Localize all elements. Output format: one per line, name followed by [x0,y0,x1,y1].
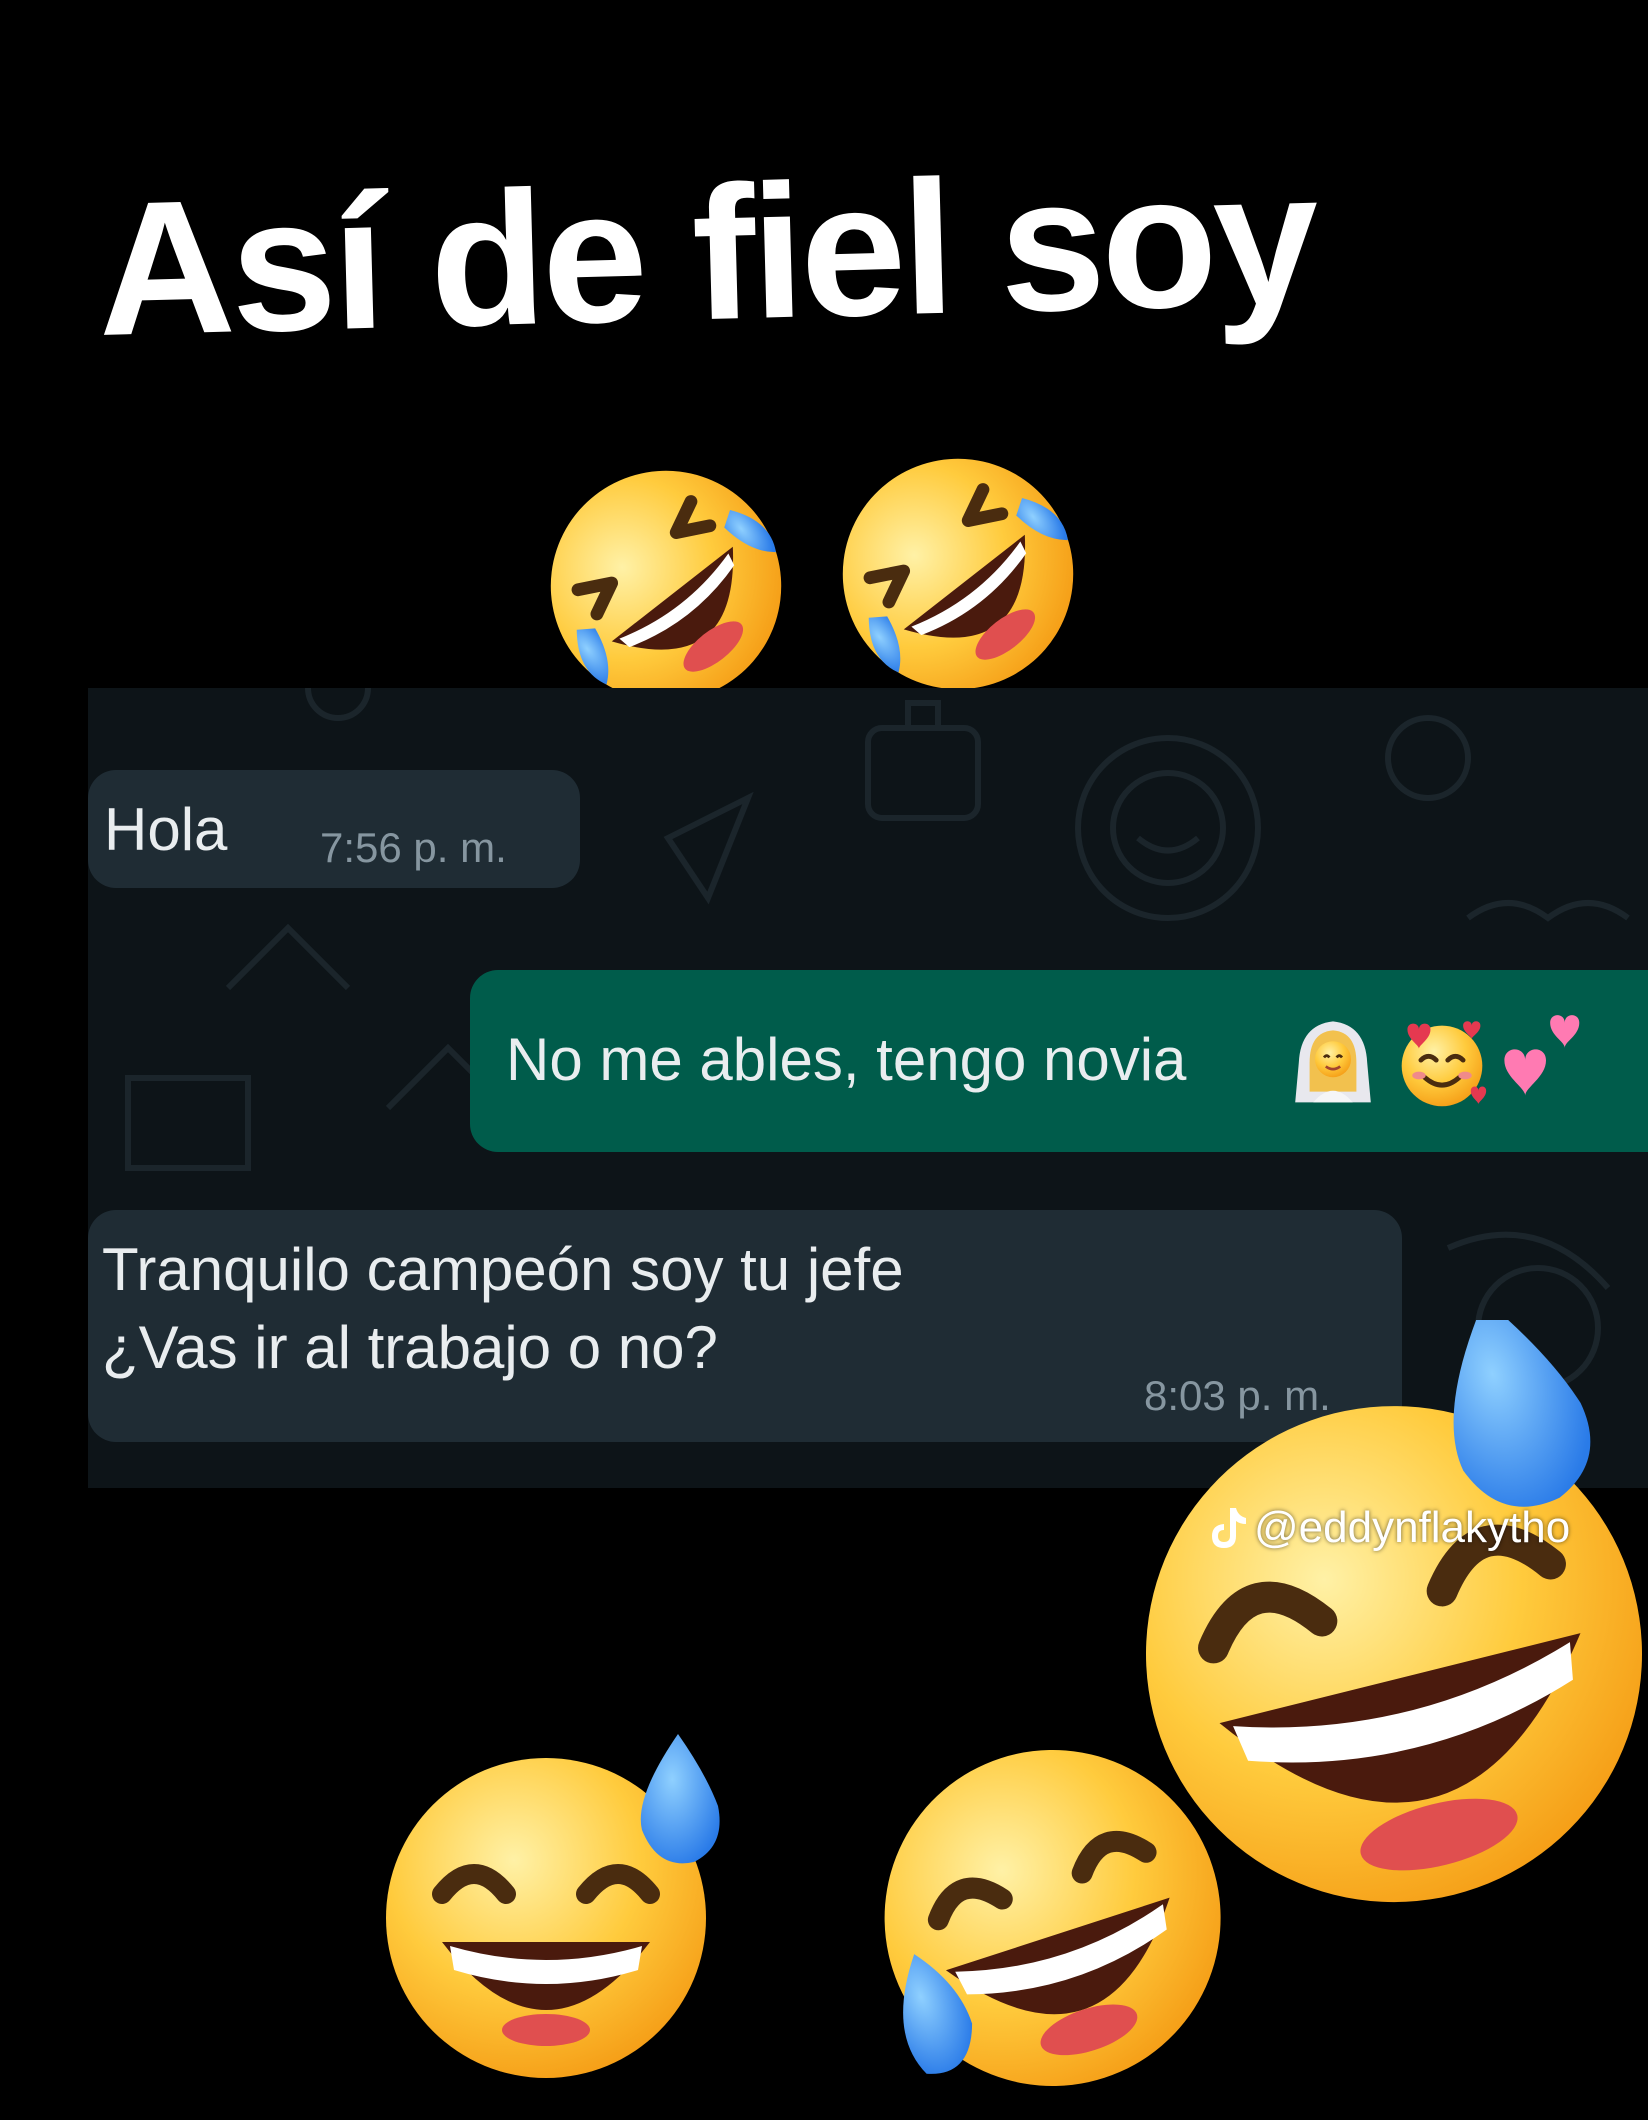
tiktok-icon [1212,1508,1246,1548]
grinning-face-with-sweat-icon [1145,1320,1642,1903]
rolling-on-floor-laughing-icon [842,458,1074,690]
message-text-line: Tranquilo campeón soy tu jefe [102,1236,904,1303]
message-text-line: ¿Vas ir al trabajo o no? [102,1314,718,1381]
watermark-handle: @eddynflakytho [1254,1503,1571,1552]
woman-with-veil-icon [1295,1021,1371,1103]
message-bubble-incoming[interactable]: Hola 7:56 p. m. [88,770,580,888]
smiling-face-with-hearts-icon [1401,1021,1487,1107]
rolling-on-floor-laughing-icon [550,470,782,702]
message-timestamp: 7:56 p. m. [320,824,507,871]
message-bubble-outgoing[interactable]: No me ables, tengo novia [470,970,1648,1152]
headline-title: Así de fiel soy [94,132,1318,376]
grinning-face-with-sweat-icon [386,1734,720,2078]
two-hearts-icon [1504,1015,1580,1096]
message-text: Hola [104,796,228,863]
message-text: No me ables, tengo novia [506,1026,1187,1093]
tiktok-watermark: @eddynflakytho [1208,1500,1570,1556]
